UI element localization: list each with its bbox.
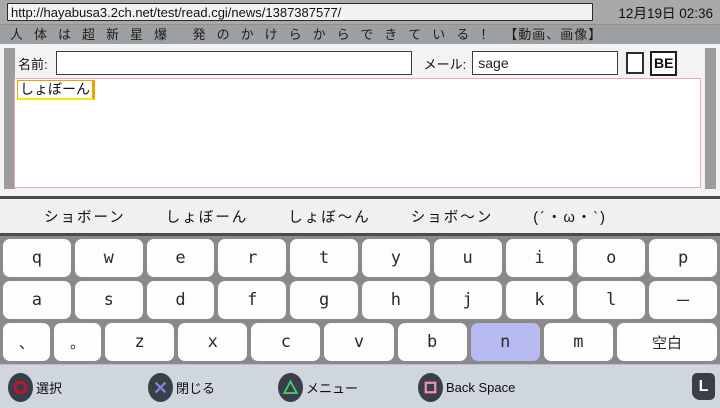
url-input[interactable] <box>7 3 593 21</box>
post-form-row: 名前: メール: BE <box>18 50 702 76</box>
square-button-label: Back Space <box>446 380 515 395</box>
key-y[interactable]: y <box>362 239 430 277</box>
l-shoulder-button[interactable]: L <box>692 373 715 400</box>
message-textarea[interactable]: しょぼーん <box>14 78 701 188</box>
page-title-bar: 人体は超新星爆 発のかけらからできている！【動画、画像】 <box>0 24 720 44</box>
key-o[interactable]: o <box>577 239 645 277</box>
key-a[interactable]: a <box>3 281 71 319</box>
circle-button-hint[interactable]: 選択 <box>8 372 62 402</box>
key-b[interactable]: b <box>398 323 467 361</box>
key-s[interactable]: s <box>75 281 143 319</box>
right-scrollbar[interactable] <box>705 48 716 189</box>
key-i[interactable]: i <box>506 239 574 277</box>
key-x[interactable]: x <box>178 323 247 361</box>
triangle-icon <box>278 373 303 402</box>
url-bar: 12月19日 02:36 <box>0 0 720 24</box>
key-w[interactable]: w <box>75 239 143 277</box>
key-z[interactable]: z <box>105 323 174 361</box>
triangle-button-hint[interactable]: メニュー <box>278 372 358 402</box>
key-g[interactable]: g <box>290 281 358 319</box>
key-j[interactable]: j <box>434 281 502 319</box>
key-l[interactable]: l <box>577 281 645 319</box>
ps-browser-screen: 12月19日 02:36 人体は超新星爆 発のかけらからできている！【動画、画像… <box>0 0 720 408</box>
key-p[interactable]: p <box>649 239 717 277</box>
mail-input[interactable] <box>472 51 618 75</box>
keyboard-row-3: 、 。 z x c v b n m 空白 <box>3 323 717 361</box>
circle-icon <box>8 373 33 402</box>
key-d[interactable]: d <box>147 281 215 319</box>
key-chouon[interactable]: ー <box>649 281 717 319</box>
key-space[interactable]: 空白 <box>617 323 717 361</box>
key-c[interactable]: c <box>251 323 320 361</box>
key-t[interactable]: t <box>290 239 358 277</box>
key-h[interactable]: h <box>362 281 430 319</box>
cross-button-hint[interactable]: 閉じる <box>148 372 215 402</box>
square-button-hint[interactable]: Back Space <box>418 372 515 402</box>
keyboard-row-2: a s d f g h j k l ー <box>3 281 717 319</box>
ime-candidate-3[interactable]: しょぼ〜ん <box>288 206 371 227</box>
onscreen-keyboard: q w e r t y u i o p a s d f g h j k l ー … <box>0 236 720 364</box>
key-r[interactable]: r <box>218 239 286 277</box>
ime-candidate-5[interactable]: (´・ω・`) <box>533 206 607 227</box>
ime-composition-text: しょぼーん <box>17 80 95 100</box>
cross-icon <box>148 373 173 402</box>
ime-candidate-1[interactable]: ショボーン <box>44 206 126 227</box>
square-icon <box>418 373 443 402</box>
be-button[interactable]: BE <box>650 51 677 76</box>
key-k[interactable]: k <box>506 281 574 319</box>
page-title: 人体は超新星爆 発のかけらからできている！ <box>10 27 504 42</box>
ime-candidate-bar: ショボーン しょぼーん しょぼ〜ん ショボ〜ン (´・ω・`) <box>0 196 720 236</box>
ime-candidate-2[interactable]: しょぼーん <box>166 206 249 227</box>
triangle-button-label: メニュー <box>306 378 358 397</box>
be-checkbox[interactable] <box>626 52 644 74</box>
controller-hint-bar: 選択 閉じる メニュー Back Space L <box>0 364 720 408</box>
name-input[interactable] <box>56 51 412 75</box>
name-label: 名前: <box>18 54 48 73</box>
page-content: 名前: メール: BE しょぼーん <box>0 44 720 196</box>
key-u[interactable]: u <box>434 239 502 277</box>
cross-button-label: 閉じる <box>176 378 215 397</box>
circle-button-label: 選択 <box>36 378 62 397</box>
key-e[interactable]: e <box>147 239 215 277</box>
key-q[interactable]: q <box>3 239 71 277</box>
key-m[interactable]: m <box>544 323 613 361</box>
key-n[interactable]: n <box>471 323 540 361</box>
ime-candidate-4[interactable]: ショボ〜ン <box>411 206 494 227</box>
key-v[interactable]: v <box>324 323 393 361</box>
key-kuten[interactable]: 。 <box>54 323 101 361</box>
key-touten[interactable]: 、 <box>3 323 50 361</box>
mail-label: メール: <box>424 54 467 73</box>
key-f[interactable]: f <box>218 281 286 319</box>
keyboard-row-1: q w e r t y u i o p <box>3 239 717 277</box>
clock-text: 12月19日 02:36 <box>618 2 713 22</box>
page-title-suffix: 【動画、画像】 <box>504 27 602 42</box>
